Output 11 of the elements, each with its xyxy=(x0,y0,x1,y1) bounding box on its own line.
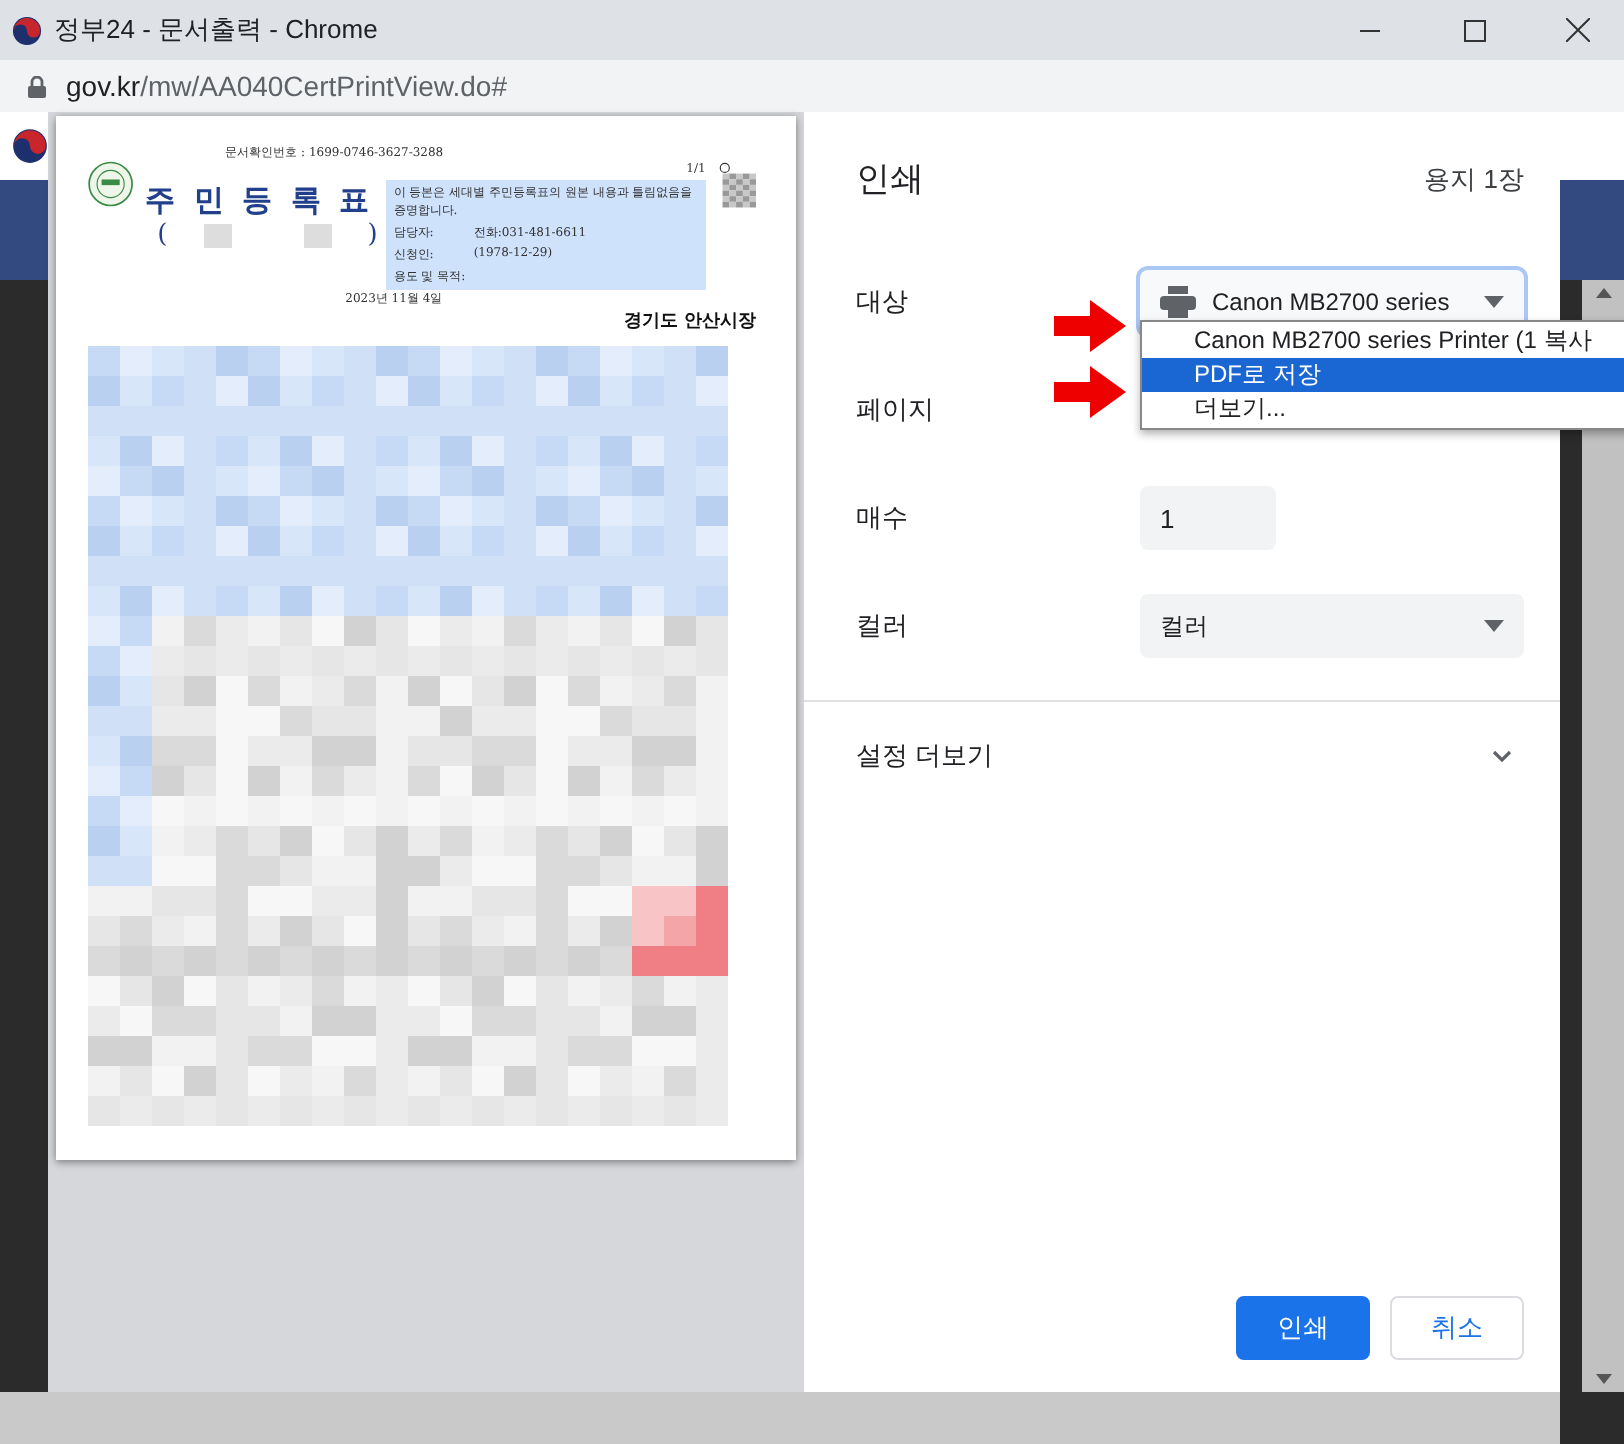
sheet-count: 용지 1장 xyxy=(1424,161,1524,197)
field-label: 컬러 xyxy=(856,608,910,644)
field-label: 대상 xyxy=(856,284,910,320)
field-label: 매수 xyxy=(856,500,910,536)
field-label: 페이지 xyxy=(856,392,936,428)
document-title: 주 민 등 록 표 xyxy=(145,182,376,220)
issuer-text: 경기도 안산시장 xyxy=(623,310,756,334)
dialog-title: 인쇄 xyxy=(856,158,924,202)
window-title: 정부24 - 문서출력 - Chrome xyxy=(54,12,380,48)
paren-text: ) xyxy=(367,220,378,250)
paren-text: ( xyxy=(157,220,168,250)
